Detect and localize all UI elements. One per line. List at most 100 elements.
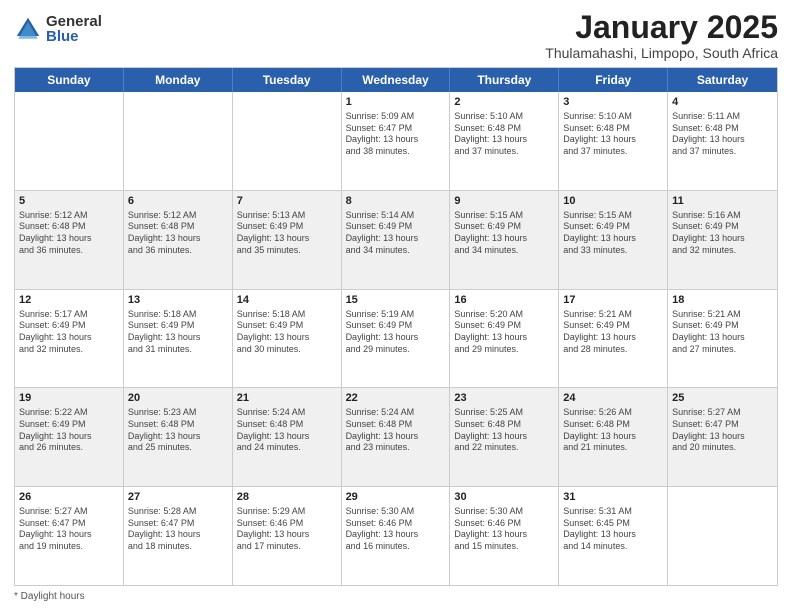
cell-info: Sunrise: 5:28 AM Sunset: 6:47 PM Dayligh…: [128, 506, 228, 553]
cell-info: Sunrise: 5:22 AM Sunset: 6:49 PM Dayligh…: [19, 407, 119, 454]
calendar-cell: 17Sunrise: 5:21 AM Sunset: 6:49 PM Dayli…: [559, 290, 668, 388]
cell-info: Sunrise: 5:18 AM Sunset: 6:49 PM Dayligh…: [237, 309, 337, 356]
cell-info: Sunrise: 5:24 AM Sunset: 6:48 PM Dayligh…: [346, 407, 446, 454]
cell-info: Sunrise: 5:11 AM Sunset: 6:48 PM Dayligh…: [672, 111, 773, 158]
cell-info: Sunrise: 5:25 AM Sunset: 6:48 PM Dayligh…: [454, 407, 554, 454]
calendar-cell: 21Sunrise: 5:24 AM Sunset: 6:48 PM Dayli…: [233, 388, 342, 486]
day-number: 1: [346, 95, 446, 110]
logo-icon: [14, 15, 42, 43]
calendar-cell: [15, 92, 124, 190]
calendar-body: 1Sunrise: 5:09 AM Sunset: 6:47 PM Daylig…: [15, 92, 777, 585]
cell-info: Sunrise: 5:16 AM Sunset: 6:49 PM Dayligh…: [672, 210, 773, 257]
day-number: 12: [19, 293, 119, 308]
header: General Blue January 2025 Thulamahashi, …: [14, 10, 778, 61]
day-number: 27: [128, 490, 228, 505]
calendar-cell: [124, 92, 233, 190]
calendar-row: 19Sunrise: 5:22 AM Sunset: 6:49 PM Dayli…: [15, 387, 777, 486]
calendar-cell: 25Sunrise: 5:27 AM Sunset: 6:47 PM Dayli…: [668, 388, 777, 486]
day-number: 2: [454, 95, 554, 110]
cell-info: Sunrise: 5:09 AM Sunset: 6:47 PM Dayligh…: [346, 111, 446, 158]
calendar-cell: 15Sunrise: 5:19 AM Sunset: 6:49 PM Dayli…: [342, 290, 451, 388]
calendar: SundayMondayTuesdayWednesdayThursdayFrid…: [14, 67, 778, 586]
calendar-cell: 22Sunrise: 5:24 AM Sunset: 6:48 PM Dayli…: [342, 388, 451, 486]
logo-text: General Blue: [46, 14, 102, 44]
calendar-cell: [233, 92, 342, 190]
cell-info: Sunrise: 5:23 AM Sunset: 6:48 PM Dayligh…: [128, 407, 228, 454]
calendar-header-cell: Wednesday: [342, 68, 451, 92]
calendar-cell: 3Sunrise: 5:10 AM Sunset: 6:48 PM Daylig…: [559, 92, 668, 190]
day-number: 21: [237, 391, 337, 406]
calendar-header-cell: Tuesday: [233, 68, 342, 92]
cell-info: Sunrise: 5:12 AM Sunset: 6:48 PM Dayligh…: [19, 210, 119, 257]
day-number: 6: [128, 194, 228, 209]
day-number: 25: [672, 391, 773, 406]
cell-info: Sunrise: 5:10 AM Sunset: 6:48 PM Dayligh…: [454, 111, 554, 158]
cell-info: Sunrise: 5:31 AM Sunset: 6:45 PM Dayligh…: [563, 506, 663, 553]
footer-note: * Daylight hours: [14, 591, 778, 602]
calendar-cell: 30Sunrise: 5:30 AM Sunset: 6:46 PM Dayli…: [450, 487, 559, 585]
cell-info: Sunrise: 5:26 AM Sunset: 6:48 PM Dayligh…: [563, 407, 663, 454]
calendar-cell: 19Sunrise: 5:22 AM Sunset: 6:49 PM Dayli…: [15, 388, 124, 486]
cell-info: Sunrise: 5:14 AM Sunset: 6:49 PM Dayligh…: [346, 210, 446, 257]
day-number: 23: [454, 391, 554, 406]
day-number: 11: [672, 194, 773, 209]
calendar-cell: 7Sunrise: 5:13 AM Sunset: 6:49 PM Daylig…: [233, 191, 342, 289]
cell-info: Sunrise: 5:15 AM Sunset: 6:49 PM Dayligh…: [454, 210, 554, 257]
day-number: 10: [563, 194, 663, 209]
day-number: 9: [454, 194, 554, 209]
cell-info: Sunrise: 5:24 AM Sunset: 6:48 PM Dayligh…: [237, 407, 337, 454]
calendar-cell: 28Sunrise: 5:29 AM Sunset: 6:46 PM Dayli…: [233, 487, 342, 585]
calendar-cell: 14Sunrise: 5:18 AM Sunset: 6:49 PM Dayli…: [233, 290, 342, 388]
cell-info: Sunrise: 5:29 AM Sunset: 6:46 PM Dayligh…: [237, 506, 337, 553]
calendar-cell: [668, 487, 777, 585]
day-number: 8: [346, 194, 446, 209]
day-number: 14: [237, 293, 337, 308]
calendar-cell: 18Sunrise: 5:21 AM Sunset: 6:49 PM Dayli…: [668, 290, 777, 388]
day-number: 7: [237, 194, 337, 209]
calendar-header-cell: Monday: [124, 68, 233, 92]
calendar-cell: 2Sunrise: 5:10 AM Sunset: 6:48 PM Daylig…: [450, 92, 559, 190]
calendar-header-row: SundayMondayTuesdayWednesdayThursdayFrid…: [15, 68, 777, 92]
cell-info: Sunrise: 5:30 AM Sunset: 6:46 PM Dayligh…: [346, 506, 446, 553]
cell-info: Sunrise: 5:19 AM Sunset: 6:49 PM Dayligh…: [346, 309, 446, 356]
calendar-row: 12Sunrise: 5:17 AM Sunset: 6:49 PM Dayli…: [15, 289, 777, 388]
cell-info: Sunrise: 5:10 AM Sunset: 6:48 PM Dayligh…: [563, 111, 663, 158]
cell-info: Sunrise: 5:18 AM Sunset: 6:49 PM Dayligh…: [128, 309, 228, 356]
calendar-row: 26Sunrise: 5:27 AM Sunset: 6:47 PM Dayli…: [15, 486, 777, 585]
calendar-header-cell: Thursday: [450, 68, 559, 92]
day-number: 29: [346, 490, 446, 505]
calendar-header-cell: Friday: [559, 68, 668, 92]
calendar-cell: 27Sunrise: 5:28 AM Sunset: 6:47 PM Dayli…: [124, 487, 233, 585]
day-number: 20: [128, 391, 228, 406]
cell-info: Sunrise: 5:27 AM Sunset: 6:47 PM Dayligh…: [672, 407, 773, 454]
calendar-cell: 1Sunrise: 5:09 AM Sunset: 6:47 PM Daylig…: [342, 92, 451, 190]
cell-info: Sunrise: 5:15 AM Sunset: 6:49 PM Dayligh…: [563, 210, 663, 257]
calendar-cell: 12Sunrise: 5:17 AM Sunset: 6:49 PM Dayli…: [15, 290, 124, 388]
calendar-cell: 31Sunrise: 5:31 AM Sunset: 6:45 PM Dayli…: [559, 487, 668, 585]
cell-info: Sunrise: 5:17 AM Sunset: 6:49 PM Dayligh…: [19, 309, 119, 356]
calendar-row: 5Sunrise: 5:12 AM Sunset: 6:48 PM Daylig…: [15, 190, 777, 289]
day-number: 24: [563, 391, 663, 406]
cell-info: Sunrise: 5:27 AM Sunset: 6:47 PM Dayligh…: [19, 506, 119, 553]
page: General Blue January 2025 Thulamahashi, …: [0, 0, 792, 612]
sub-title: Thulamahashi, Limpopo, South Africa: [545, 45, 778, 61]
day-number: 13: [128, 293, 228, 308]
cell-info: Sunrise: 5:30 AM Sunset: 6:46 PM Dayligh…: [454, 506, 554, 553]
calendar-row: 1Sunrise: 5:09 AM Sunset: 6:47 PM Daylig…: [15, 92, 777, 190]
calendar-cell: 20Sunrise: 5:23 AM Sunset: 6:48 PM Dayli…: [124, 388, 233, 486]
day-number: 26: [19, 490, 119, 505]
calendar-cell: 8Sunrise: 5:14 AM Sunset: 6:49 PM Daylig…: [342, 191, 451, 289]
calendar-cell: 4Sunrise: 5:11 AM Sunset: 6:48 PM Daylig…: [668, 92, 777, 190]
calendar-cell: 10Sunrise: 5:15 AM Sunset: 6:49 PM Dayli…: [559, 191, 668, 289]
day-number: 31: [563, 490, 663, 505]
footer-text: Daylight hours: [21, 591, 85, 602]
day-number: 5: [19, 194, 119, 209]
day-number: 4: [672, 95, 773, 110]
day-number: 30: [454, 490, 554, 505]
calendar-header-cell: Saturday: [668, 68, 777, 92]
calendar-cell: 5Sunrise: 5:12 AM Sunset: 6:48 PM Daylig…: [15, 191, 124, 289]
calendar-cell: 29Sunrise: 5:30 AM Sunset: 6:46 PM Dayli…: [342, 487, 451, 585]
calendar-cell: 9Sunrise: 5:15 AM Sunset: 6:49 PM Daylig…: [450, 191, 559, 289]
calendar-cell: 6Sunrise: 5:12 AM Sunset: 6:48 PM Daylig…: [124, 191, 233, 289]
calendar-cell: 26Sunrise: 5:27 AM Sunset: 6:47 PM Dayli…: [15, 487, 124, 585]
